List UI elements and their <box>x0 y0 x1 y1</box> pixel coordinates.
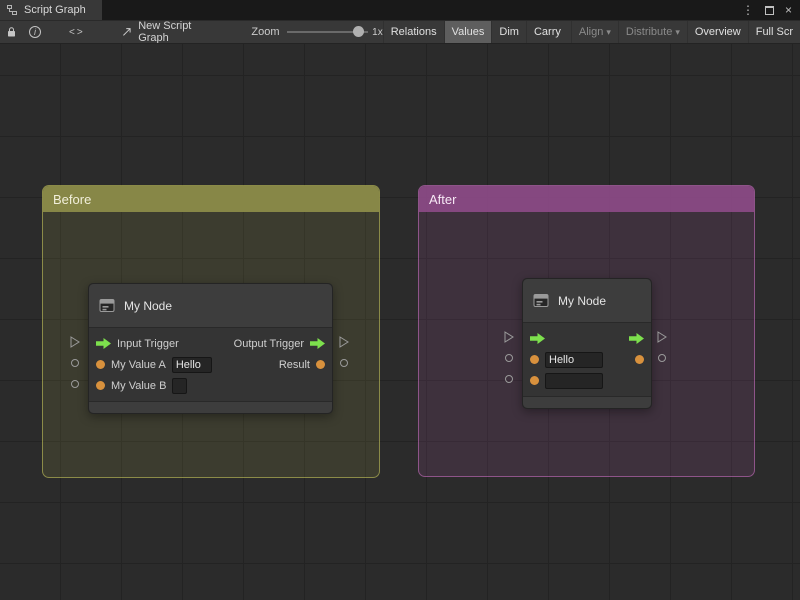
port-row-value-b: My Value B <box>89 375 332 396</box>
group-after-header[interactable]: After <box>419 186 754 212</box>
value-a-input[interactable] <box>172 357 212 373</box>
value-b-port[interactable]: My Value B <box>96 378 187 394</box>
external-flow-port-indicator <box>70 336 80 348</box>
external-flow-port-indicator <box>657 331 667 343</box>
relations-label: Relations <box>391 26 437 38</box>
flow-in-icon <box>530 333 545 344</box>
external-value-port-indicator <box>505 354 513 362</box>
result-port[interactable] <box>635 355 644 364</box>
zoom-slider-knob[interactable] <box>353 26 364 37</box>
port-row-triggers: Input Trigger Output Trigger <box>89 333 332 354</box>
value-port-icon[interactable] <box>530 376 539 385</box>
external-value-port-indicator <box>505 375 513 383</box>
overview-label: Overview <box>695 26 741 38</box>
output-trigger-port[interactable]: Output Trigger <box>234 338 325 350</box>
script-graph-window: Script Graph ⋮ × i <> New Script Graph Z… <box>0 0 800 600</box>
value-b-port[interactable] <box>530 373 603 389</box>
output-trigger-port[interactable] <box>629 333 644 344</box>
dim-button[interactable]: Dim <box>491 21 526 43</box>
result-label: Result <box>279 359 310 371</box>
zoom-value: 1x <box>372 27 383 38</box>
output-trigger-label: Output Trigger <box>234 338 304 350</box>
flow-out-icon <box>629 333 644 344</box>
carry-button[interactable]: Carry <box>526 21 568 43</box>
window-controls: ⋮ × <box>742 0 800 20</box>
zoom-label: Zoom <box>251 26 279 38</box>
external-value-port-indicator <box>71 380 79 388</box>
port-row-value-a: My Value A Result <box>89 354 332 375</box>
port-row-triggers <box>523 328 651 349</box>
distribute-dropdown[interactable]: Distribute ▾ <box>618 21 687 43</box>
maximize-icon[interactable] <box>765 6 774 15</box>
group-before-header[interactable]: Before <box>43 186 379 212</box>
value-port-icon[interactable] <box>96 381 105 390</box>
value-port-icon[interactable] <box>96 360 105 369</box>
external-flow-port-indicator <box>504 331 514 343</box>
tab-script-graph[interactable]: Script Graph <box>0 0 102 20</box>
close-icon[interactable]: × <box>785 4 792 16</box>
value-port-icon[interactable] <box>530 355 539 364</box>
align-dropdown[interactable]: Align ▾ <box>571 21 618 43</box>
values-label: Values <box>452 26 485 38</box>
value-b-label: My Value B <box>111 380 166 392</box>
value-a-port[interactable]: My Value A <box>96 357 212 373</box>
node-body <box>523 323 651 396</box>
tab-bar: Script Graph ⋮ × <box>0 0 800 20</box>
node-body: Input Trigger Output Trigger My Value A <box>89 328 332 401</box>
node-icon <box>99 297 116 314</box>
input-trigger-port[interactable] <box>530 333 545 344</box>
value-port-icon[interactable] <box>316 360 325 369</box>
lock-icon[interactable] <box>0 21 23 43</box>
flow-out-icon <box>310 338 325 349</box>
script-graph-icon <box>6 4 18 16</box>
dim-label: Dim <box>499 26 519 38</box>
external-value-port-indicator <box>658 354 666 362</box>
carry-label: Carry <box>534 26 561 38</box>
graph-canvas[interactable]: Before After My Node <box>0 44 800 600</box>
info-icon[interactable]: i <box>23 21 47 43</box>
value-port-icon[interactable] <box>635 355 644 364</box>
chevron-down-icon: ▾ <box>606 27 611 38</box>
input-trigger-port[interactable]: Input Trigger <box>96 338 179 350</box>
code-view-icon[interactable]: <> <box>63 21 91 43</box>
value-b-input[interactable] <box>545 373 603 389</box>
input-trigger-label: Input Trigger <box>117 338 179 350</box>
port-row-value-a <box>523 349 651 370</box>
result-port[interactable]: Result <box>279 359 325 371</box>
port-row-value-b <box>523 370 651 391</box>
value-a-port[interactable] <box>530 352 603 368</box>
external-flow-port-indicator <box>339 336 349 348</box>
toolbar-buttons: Relations Values Dim Carry Align ▾ Distr… <box>383 21 800 43</box>
chevron-down-icon: ▾ <box>675 27 680 38</box>
node-icon <box>533 292 550 309</box>
node-my-node-before[interactable]: My Node Input Trigger Output Trigger <box>88 283 333 414</box>
fullscreen-button[interactable]: Full Scr <box>748 21 800 43</box>
value-b-input[interactable] <box>172 378 187 394</box>
node-footer <box>523 396 651 408</box>
values-button[interactable]: Values <box>444 21 492 43</box>
align-label: Align <box>579 26 603 38</box>
node-header[interactable]: My Node <box>89 284 332 328</box>
overview-button[interactable]: Overview <box>687 21 748 43</box>
flow-in-icon <box>96 338 111 349</box>
new-script-graph-label: New Script Graph <box>138 20 221 44</box>
zoom-slider[interactable] <box>287 20 368 44</box>
node-title: My Node <box>558 294 606 308</box>
tab-title: Script Graph <box>24 4 86 16</box>
relations-button[interactable]: Relations <box>383 21 444 43</box>
fullscreen-label: Full Scr <box>756 26 793 38</box>
node-my-node-after[interactable]: My Node <box>522 278 652 409</box>
external-value-port-indicator <box>71 359 79 367</box>
distribute-label: Distribute <box>626 26 672 38</box>
new-script-graph-button[interactable]: New Script Graph <box>121 20 222 44</box>
arrow-pointer-icon <box>121 26 133 38</box>
node-title: My Node <box>124 299 172 313</box>
value-a-input[interactable] <box>545 352 603 368</box>
external-value-port-indicator <box>340 359 348 367</box>
value-a-label: My Value A <box>111 359 166 371</box>
kebab-menu-icon[interactable]: ⋮ <box>742 4 754 16</box>
node-footer <box>89 401 332 413</box>
graph-toolbar: i <> New Script Graph Zoom 1x Relations … <box>0 20 800 44</box>
node-header[interactable]: My Node <box>523 279 651 323</box>
